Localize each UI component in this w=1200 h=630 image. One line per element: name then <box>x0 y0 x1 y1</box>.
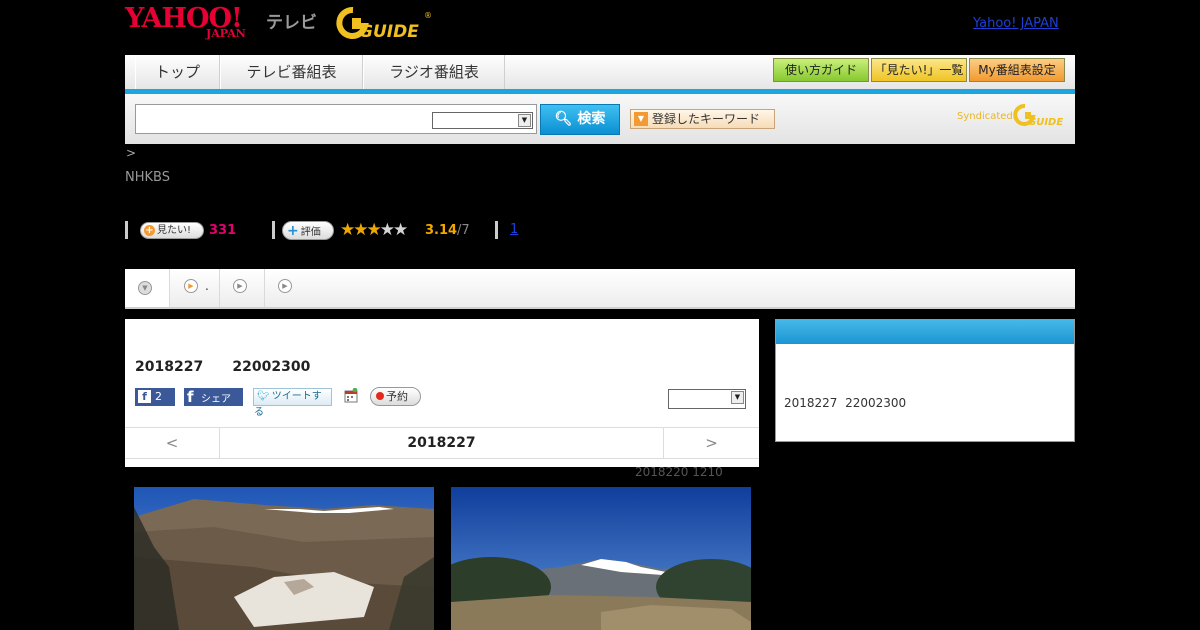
channel-name: NHKBS <box>125 170 170 185</box>
tweet-button[interactable]: 🐦︎ ツイートする <box>253 388 332 418</box>
my-guide-settings-button[interactable]: My番組表設定 <box>969 58 1065 82</box>
search-button[interactable]: 🔍︎ 検索 <box>540 104 620 135</box>
program-photo-mountains[interactable] <box>451 487 751 630</box>
play-icon: ▶ <box>233 279 247 293</box>
program-detail: 2018227 22002300 f2 f シェア 🐦︎ ツイートする 予約 ▼ <… <box>125 319 759 467</box>
rate-label: 評価 <box>300 227 321 238</box>
chevron-down-icon: ▼ <box>634 112 648 126</box>
program-option-select[interactable]: ▼ <box>668 389 746 409</box>
broadcast-time: 2018227 22002300 <box>135 359 311 375</box>
play-icon: ▶ <box>184 279 198 293</box>
search-button-label: 検索 <box>577 111 606 127</box>
rating-stars: ★★★★★ <box>340 220 408 240</box>
search-icon: 🔍︎ <box>554 111 573 127</box>
usage-guide-button[interactable]: 使い方ガイド <box>773 58 869 82</box>
twitter-icon: 🐦︎ <box>257 391 270 402</box>
facebook-like-count: 2 <box>155 390 162 403</box>
star-icon: ★ <box>340 220 355 240</box>
star-icon: ★ <box>353 220 368 240</box>
side-panel-time: 2018227 22002300 <box>784 396 907 410</box>
nav-tab-radio-guide[interactable]: ラジオ番組表 <box>363 55 505 89</box>
plus-icon: + <box>144 225 155 236</box>
saved-keywords-label: 登録したキーワード <box>652 112 761 126</box>
previous-day-button[interactable]: < <box>125 428 220 458</box>
main-nav: トップ テレビ番組表 ラジオ番組表 使い方ガイド 「見たい!」一覧 My番組表設… <box>125 55 1075 94</box>
nav-tab-top[interactable]: トップ <box>135 55 220 89</box>
search-bar: ▼ 🔍︎ 検索 ▼ 登録したキーワード Syndicated GUIDE <box>125 94 1075 144</box>
tab-related[interactable]: ▶ <box>265 269 309 307</box>
tab-reviews[interactable]: ▶ <box>220 269 265 307</box>
last-updated: 2018220 1210 <box>635 465 723 479</box>
facebook-share-button[interactable]: f シェア <box>184 388 243 406</box>
yahoo-japan-link[interactable]: Yahoo! JAPAN <box>973 16 1059 31</box>
syndicated-label: Syndicated <box>957 111 1013 122</box>
tab-info[interactable]: ▼ <box>125 269 170 307</box>
calendar-add-icon[interactable] <box>344 388 358 403</box>
play-icon: ▶ <box>278 279 292 293</box>
svg-text:®: ® <box>424 11 432 20</box>
rating-count: /7 <box>457 223 470 238</box>
facebook-like-button[interactable]: f2 <box>135 388 175 406</box>
facebook-share-label: シェア <box>201 394 231 405</box>
record-icon <box>376 392 384 400</box>
current-date: 2018227 <box>407 435 476 451</box>
chevron-down-icon: ▼ <box>518 114 531 127</box>
side-panel: 2018227 22002300 <box>775 319 1075 442</box>
divider <box>272 221 275 239</box>
tab-label: . <box>205 279 209 293</box>
nav-tab-tv-guide[interactable]: テレビ番組表 <box>220 55 363 89</box>
facebook-icon: f <box>187 388 194 406</box>
breadcrumb: > <box>126 146 137 160</box>
rating-value: 3.14 <box>425 223 458 238</box>
want-label: 見たい! <box>157 225 192 236</box>
divider <box>125 221 128 239</box>
star-icon: ★ <box>393 220 408 240</box>
next-day-button[interactable]: > <box>663 428 759 458</box>
date-navigator: < 2018227 > <box>125 427 759 459</box>
facebook-icon: f <box>138 390 151 403</box>
star-icon: ★ <box>379 220 395 240</box>
plus-icon: + <box>287 223 299 239</box>
rate-button[interactable]: + 評価 <box>282 221 334 240</box>
divider <box>495 221 498 239</box>
gguide-small-logo: GUIDE <box>1013 103 1063 127</box>
tv-label: テレビ <box>266 13 317 33</box>
svg-text:GUIDE: GUIDE <box>1028 117 1063 127</box>
want-count: 331 <box>209 223 237 238</box>
tab-video[interactable]: ▶ . <box>170 269 220 307</box>
search-category-select[interactable]: ▼ <box>432 112 533 129</box>
want-to-watch-button[interactable]: + 見たい! <box>140 222 204 239</box>
program-tabs: ▼ ▶ . ▶ ▶ <box>125 269 1075 309</box>
japan-logo-text: JAPAN <box>206 27 246 40</box>
chevron-down-icon: ▼ <box>731 391 744 404</box>
chevron-down-icon: ▼ <box>138 281 152 295</box>
record-reserve-button[interactable]: 予約 <box>370 387 421 406</box>
saved-keywords-button[interactable]: ▼ 登録したキーワード <box>630 109 775 129</box>
want-list-button[interactable]: 「見たい!」一覧 <box>871 58 967 82</box>
review-count-link[interactable]: 1 <box>510 222 518 237</box>
star-icon: ★ <box>366 220 382 240</box>
gguide-logo[interactable]: GUIDE ® <box>335 6 435 40</box>
svg-text:GUIDE: GUIDE <box>359 22 419 40</box>
side-panel-header <box>776 320 1074 344</box>
program-photo-village[interactable] <box>134 487 434 630</box>
reserve-label: 予約 <box>386 390 408 403</box>
